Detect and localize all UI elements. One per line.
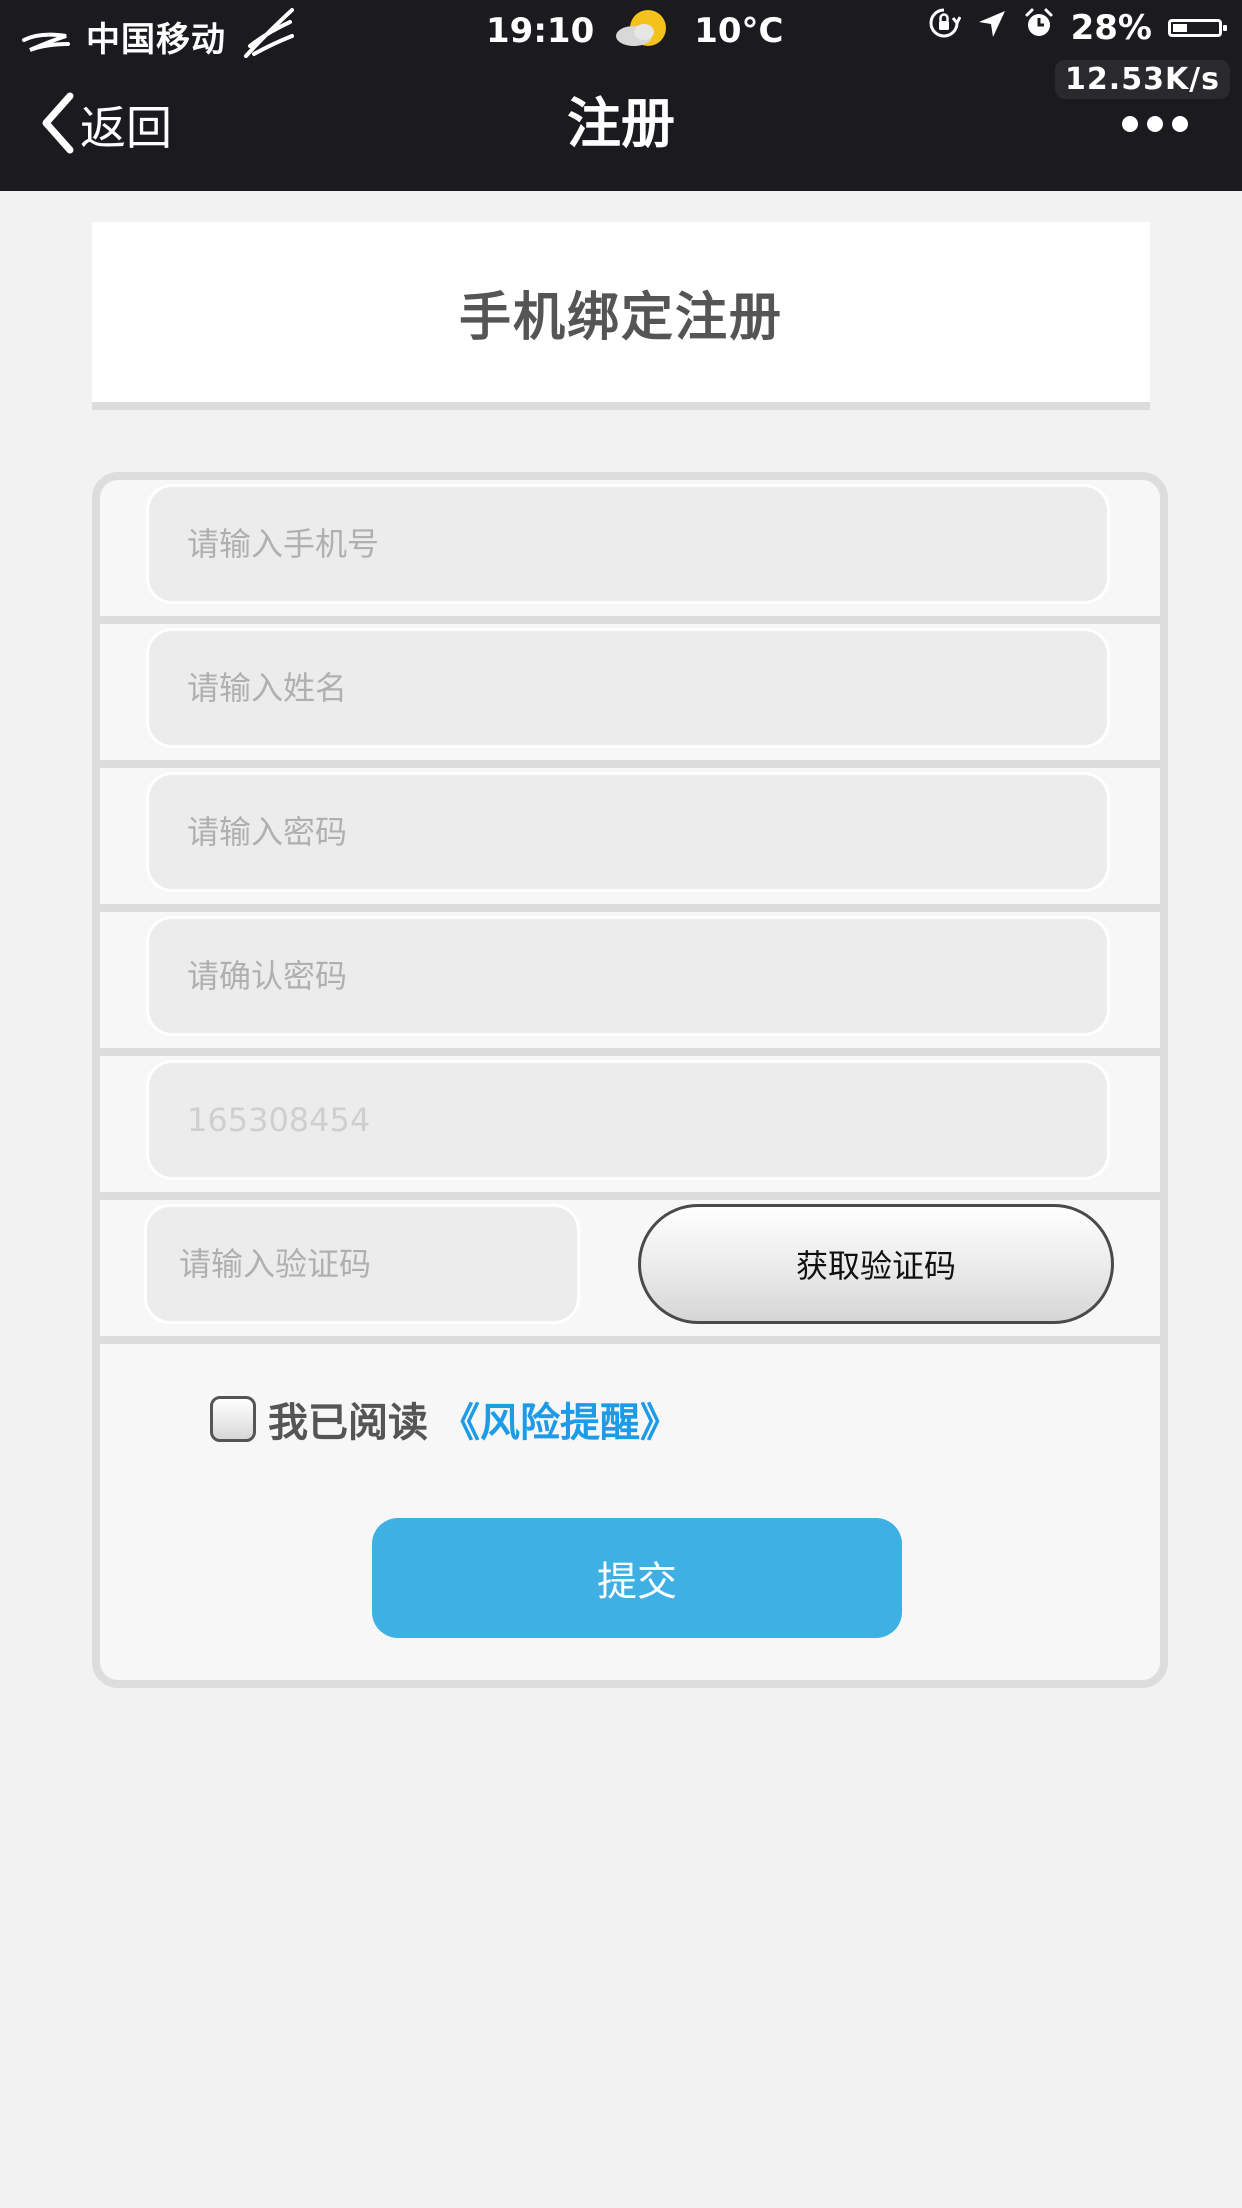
form-heading: 手机绑定注册	[458, 287, 783, 348]
agree-checkbox[interactable]	[210, 1396, 256, 1442]
top-bar: 中国移动 19:10 10°C 28% 12.53K/s 返回 注册	[0, 0, 1242, 191]
status-center: 19:10 10°C	[486, 6, 784, 56]
phone-input[interactable]	[146, 484, 1110, 604]
status-time: 19:10	[486, 11, 595, 51]
risk-notice-link[interactable]: 《风险提醒》	[440, 1390, 680, 1448]
carrier-wing-icon	[240, 6, 296, 66]
prefilled-number-field[interactable]	[146, 1060, 1110, 1180]
battery-percent: 28%	[1070, 7, 1152, 48]
registration-form: 获取验证码 我已阅读 《风险提醒》 提交	[92, 472, 1168, 1688]
alarm-clock-icon	[1023, 7, 1055, 48]
status-bar: 中国移动 19:10 10°C 28% 12.53K/s	[0, 0, 1242, 99]
form-row-prefill	[100, 1056, 1160, 1200]
verification-code-input[interactable]	[144, 1204, 580, 1324]
dot	[1172, 116, 1188, 132]
form-row-password	[100, 768, 1160, 912]
status-left: 中国移动	[22, 6, 296, 66]
name-input[interactable]	[146, 628, 1110, 748]
back-button[interactable]: 返回	[40, 92, 172, 158]
location-arrow-icon	[977, 8, 1007, 48]
page-title: 注册	[567, 92, 675, 155]
form-row-name	[100, 624, 1160, 768]
password-input[interactable]	[146, 772, 1110, 892]
form-row-phone	[100, 480, 1160, 624]
agreement-row: 我已阅读 《风险提醒》	[210, 1390, 680, 1448]
partly-cloudy-icon	[614, 6, 674, 56]
carrier-wing-icon	[22, 14, 72, 58]
battery-icon	[1168, 18, 1227, 37]
dot	[1147, 116, 1163, 132]
heading-card: 手机绑定注册	[92, 222, 1150, 410]
status-right: 28%	[927, 6, 1227, 49]
dot	[1122, 116, 1138, 132]
form-row-verification: 获取验证码	[100, 1200, 1160, 1344]
back-label: 返回	[80, 101, 172, 155]
submit-button[interactable]: 提交	[372, 1518, 902, 1638]
get-code-button[interactable]: 获取验证码	[638, 1204, 1114, 1324]
network-speed: 12.53K/s	[1055, 60, 1230, 99]
form-row-confirm-password	[100, 912, 1160, 1056]
chevron-left-icon	[40, 92, 76, 158]
rotation-lock-icon	[927, 6, 961, 49]
agree-text: 我已阅读	[268, 1400, 428, 1446]
more-dots-icon[interactable]	[1122, 116, 1188, 132]
status-temperature: 10°C	[694, 11, 784, 51]
carrier-name: 中国移动	[86, 19, 226, 60]
confirm-password-input[interactable]	[146, 916, 1110, 1036]
